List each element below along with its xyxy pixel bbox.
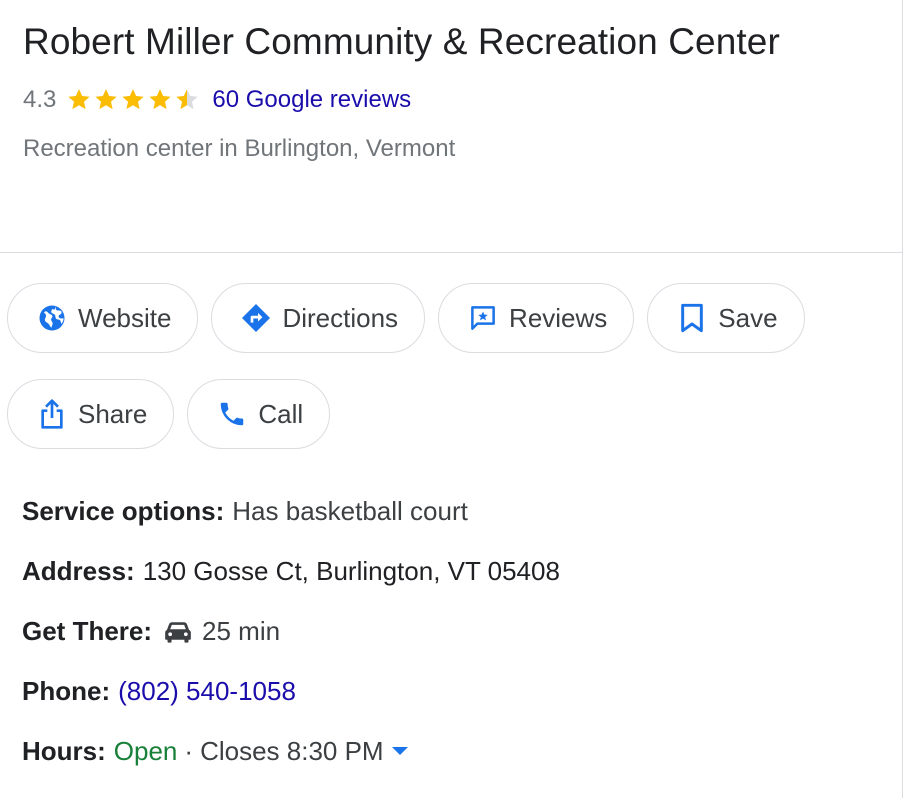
get-there-label: Get There: — [22, 615, 153, 646]
directions-button[interactable]: Directions — [211, 283, 426, 353]
call-button[interactable]: Call — [187, 379, 331, 449]
place-title: Robert Miller Community & Recreation Cen… — [23, 21, 780, 62]
share-label: Share — [78, 398, 148, 429]
service-options-value: Has basketball court — [232, 495, 468, 526]
save-label: Save — [718, 302, 778, 333]
action-chips: Website Directions Reviews Save Share Ca… — [7, 283, 887, 475]
phone-icon — [216, 398, 248, 430]
star-icon — [122, 89, 144, 110]
star-icon — [95, 89, 117, 110]
directions-diamond-icon — [240, 302, 272, 334]
star-icon — [68, 89, 90, 110]
phone-number-link[interactable]: (802) 540-1058 — [118, 676, 296, 707]
closing-time[interactable]: Closes 8:30 PM — [200, 736, 384, 767]
google-reviews-link[interactable]: 60 Google reviews — [212, 86, 411, 114]
hours-row: Hours: Open · Closes 8:30 PM — [22, 721, 882, 781]
phone-row: Phone: (802) 540-1058 — [22, 661, 882, 721]
place-header: Robert Miller Community & Recreation Cen… — [23, 14, 883, 163]
star-icon — [149, 89, 171, 110]
knowledge-panel: Robert Miller Community & Recreation Cen… — [0, 0, 903, 798]
service-options-row: Service options: Has basketball court — [22, 481, 882, 541]
save-button[interactable]: Save — [647, 283, 805, 353]
service-options-label: Service options: — [22, 495, 225, 526]
address-label: Address: — [22, 555, 135, 586]
address-row: Address: 130 Gosse Ct, Burlington, VT 05… — [22, 541, 882, 601]
open-status: Open — [113, 735, 178, 766]
rating-row: 4.3 60 Google reviews — [23, 86, 883, 114]
address-value[interactable]: 130 Gosse Ct, Burlington, VT 05408 — [143, 556, 560, 587]
star-icon — [176, 89, 198, 110]
travel-time[interactable]: 25 min — [202, 616, 280, 647]
share-button[interactable]: Share — [7, 379, 175, 449]
review-star-bubble-icon — [467, 302, 499, 334]
share-upload-icon — [36, 398, 68, 430]
get-there-row: Get There: 25 min — [22, 601, 882, 661]
rating-value: 4.3 — [23, 86, 57, 113]
bookmark-icon — [676, 302, 708, 334]
call-label: Call — [258, 398, 304, 429]
reviews-button[interactable]: Reviews — [438, 283, 635, 353]
place-category: Recreation center in Burlington, Vermont — [23, 135, 456, 162]
reviews-label: Reviews — [509, 302, 608, 333]
caret-down-icon[interactable] — [391, 747, 408, 755]
hours-label: Hours: — [22, 735, 106, 766]
divider — [0, 252, 903, 253]
website-label: Website — [78, 302, 172, 333]
separator-dot: · — [184, 735, 194, 766]
phone-label: Phone: — [22, 675, 111, 706]
place-details: Service options: Has basketball court Ad… — [22, 481, 882, 781]
globe-icon — [36, 302, 68, 334]
website-button[interactable]: Website — [7, 283, 199, 353]
directions-label: Directions — [282, 302, 399, 333]
car-icon — [165, 622, 191, 643]
star-rating — [66, 87, 200, 113]
